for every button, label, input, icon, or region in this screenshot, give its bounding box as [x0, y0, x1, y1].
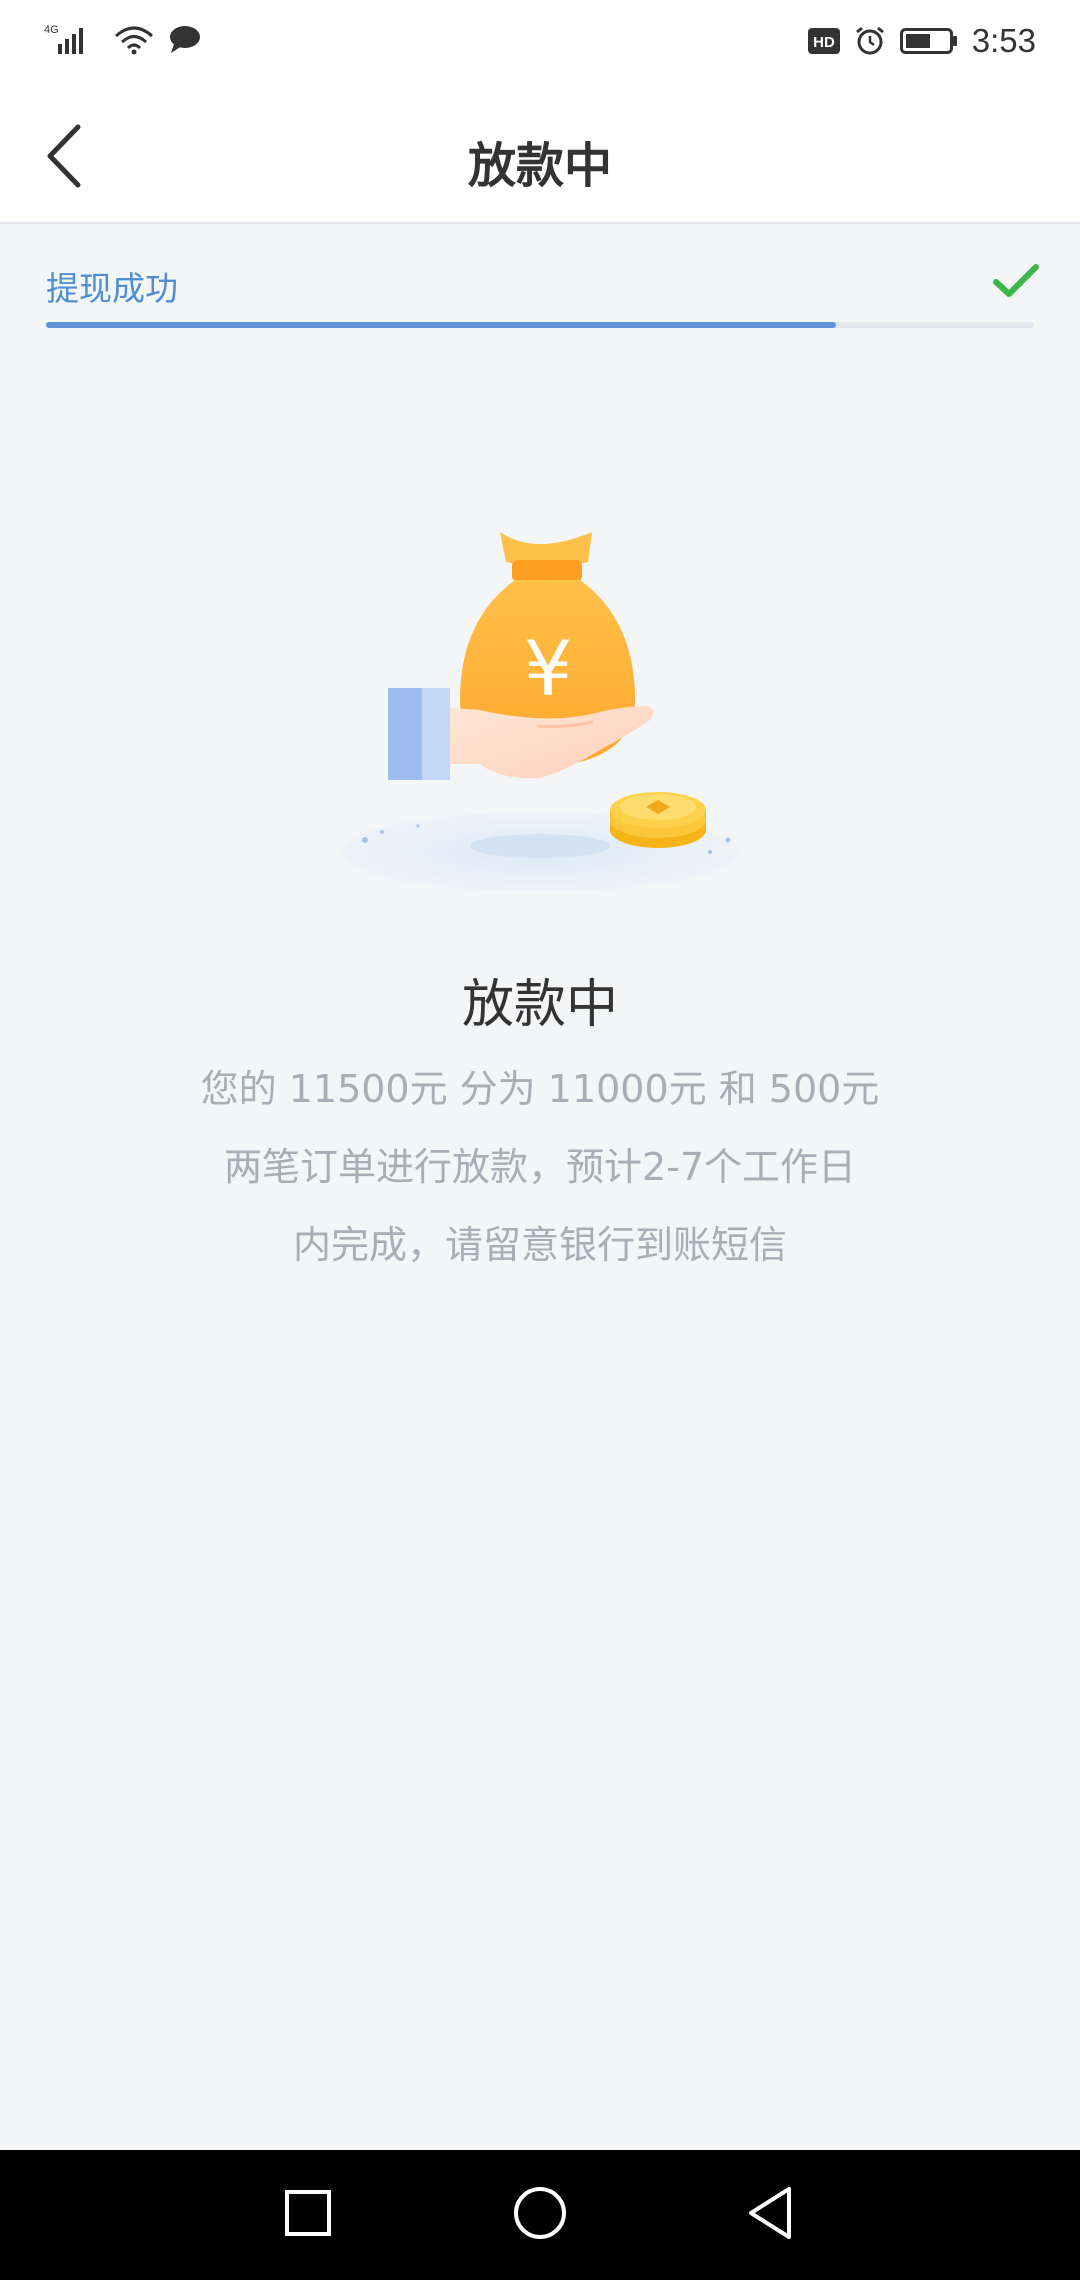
header: 放款中	[0, 90, 1080, 224]
progress-label: 提现成功	[46, 269, 178, 308]
network-type-label: 4G	[44, 24, 59, 36]
description-line: 您的 11500元 分为 11000元 和 500元	[200, 1067, 880, 1111]
home-button[interactable]	[500, 2180, 580, 2250]
message-bubble-icon	[168, 24, 202, 54]
alarm-icon	[854, 25, 886, 57]
progress-section: 提现成功	[0, 224, 1080, 334]
yuan-symbol: ¥	[524, 624, 572, 713]
hd-label: HD	[813, 34, 835, 51]
battery-icon	[899, 26, 958, 56]
square-icon	[283, 2188, 333, 2242]
system-nav-bar	[0, 2150, 1080, 2280]
description-line: 两笔订单进行放款，预计2-7个工作日	[223, 1145, 857, 1189]
money-bag-illustration: ¥	[330, 510, 750, 892]
status-left-group: 4G	[44, 22, 202, 56]
nav-back-button[interactable]	[730, 2180, 810, 2250]
recents-button[interactable]	[268, 2180, 348, 2250]
circle-icon	[512, 2185, 568, 2245]
signal-icon: 4G	[44, 22, 100, 56]
status-description: 您的 11500元 分为 11000元 和 500元 两笔订单进行放款，预计2-…	[140, 1050, 940, 1284]
hd-icon: HD	[807, 26, 840, 56]
triangle-back-icon	[745, 2185, 795, 2245]
status-title: 放款中	[461, 975, 618, 1035]
progress-track	[46, 322, 1034, 328]
status-bar: 4G HD 3:53	[0, 0, 1080, 90]
wifi-icon	[112, 22, 156, 56]
status-time: 3:53	[971, 22, 1036, 59]
check-icon	[992, 262, 1040, 304]
status-right-group: HD 3:53	[807, 22, 1036, 60]
page-title: 放款中	[467, 138, 612, 194]
description-line: 内完成，请留意银行到账短信	[292, 1223, 787, 1267]
progress-fill	[46, 322, 837, 328]
